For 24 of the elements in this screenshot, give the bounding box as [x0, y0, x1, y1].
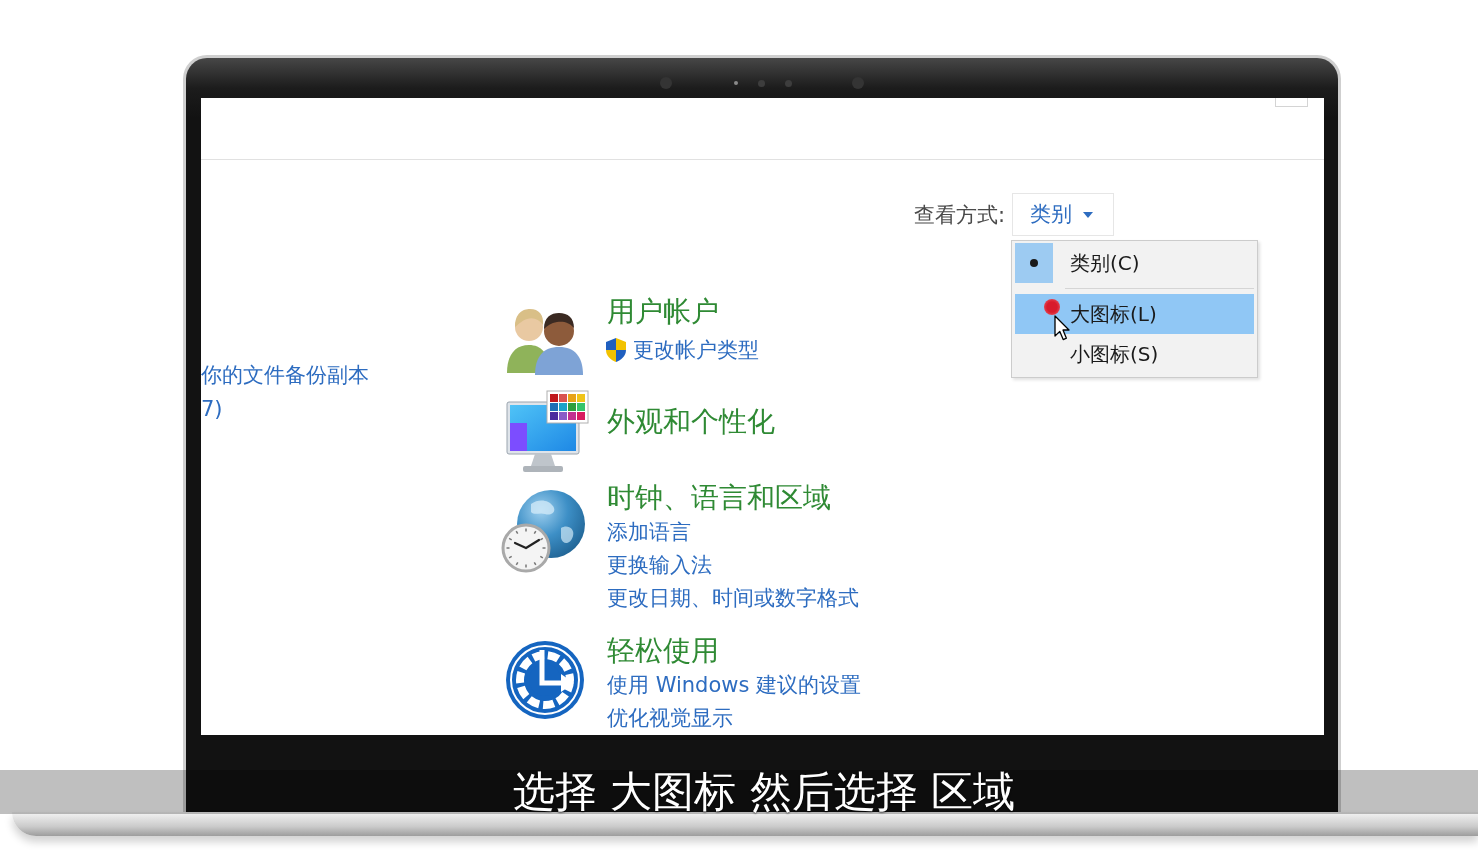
side-link[interactable]: 7)	[201, 395, 223, 423]
task-link[interactable]: 更改日期、时间或数字格式	[607, 583, 859, 612]
task-link[interactable]: 添加语言	[607, 517, 691, 546]
menu-item[interactable]: 类别(C)	[1015, 243, 1254, 283]
globe-clock-icon	[501, 488, 587, 574]
task-link[interactable]: 优化视觉显示	[607, 703, 733, 732]
category-link[interactable]: 时钟、语言和区域	[607, 481, 831, 515]
category-link[interactable]: 外观和个性化	[607, 405, 775, 439]
side-link[interactable]: 你的文件备份副本	[201, 361, 369, 389]
menu-item[interactable]: 小图标(S)	[1015, 334, 1254, 374]
category-link[interactable]: 轻松使用	[607, 634, 719, 668]
subtitle-text: 选择 大图标 然后选择 区域	[512, 770, 1016, 814]
category-link[interactable]: 用户帐户	[607, 295, 719, 329]
mouse-pointer-icon	[1054, 315, 1070, 341]
menu-item[interactable]: 大图标(L)	[1015, 294, 1254, 334]
monitor-palette-icon	[505, 390, 589, 474]
view-by-label: 查看方式:	[913, 201, 1005, 229]
task-link[interactable]: 更换输入法	[607, 550, 712, 579]
accessibility-icon	[505, 640, 585, 720]
task-link[interactable]: 更改帐户类型	[633, 336, 759, 364]
task-link[interactable]: 使用 Windows 建议的设置	[607, 670, 862, 699]
search-field[interactable]	[1275, 98, 1308, 107]
caret-icon	[1083, 211, 1093, 218]
view-by-dropdown[interactable]: 类别	[1012, 193, 1114, 236]
